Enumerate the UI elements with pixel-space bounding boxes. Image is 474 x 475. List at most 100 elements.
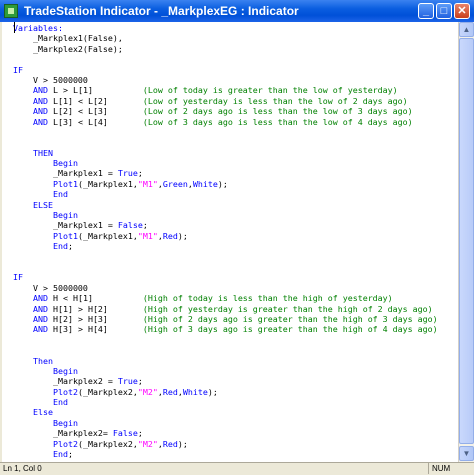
code-line[interactable] — [13, 252, 438, 262]
code-string: "M2" — [137, 438, 158, 449]
title-bar[interactable]: TradeStation Indicator - _MarkplexEG : I… — [0, 0, 474, 22]
code-line[interactable]: AND H[2] > H[3] (High of 2 days ago is g… — [13, 314, 438, 324]
code-line[interactable]: Begin — [13, 366, 438, 376]
code-line[interactable]: Begin — [13, 210, 438, 220]
code-comment: (Low of today is greater than the low of… — [142, 85, 398, 96]
code-line[interactable]: AND H < H[1] (High of today is less than… — [13, 293, 438, 303]
code-line[interactable]: IF — [13, 65, 438, 75]
code-token: _Markplex2= — [13, 428, 113, 439]
code-keyword: End — [52, 241, 68, 252]
code-comment: (High of yesterday is greater than the h… — [142, 303, 433, 314]
code-line[interactable]: Begin — [13, 158, 438, 168]
code-keyword: Plot2 — [52, 386, 78, 397]
code-comment: (Low of 2 days ago is less than the low … — [142, 106, 413, 117]
scroll-down-arrow-icon[interactable]: ▼ — [459, 446, 474, 461]
code-line[interactable]: AND L[1] < L[2] (Low of yesterday is les… — [13, 96, 438, 106]
code-line[interactable]: Plot1(_Markplex1,"M1",Green,White); — [13, 179, 438, 189]
code-token: ; — [67, 449, 73, 460]
code-line[interactable]: Variables: — [13, 23, 438, 33]
code-comment: (High of today is less than the high of … — [142, 293, 393, 304]
code-line[interactable]: Plot2(_Markplex2,"M2",Red); — [13, 439, 438, 449]
code-keyword: AND — [32, 324, 48, 335]
code-line[interactable]: Plot2(_Markplex2,"M2",Red,White); — [13, 387, 438, 397]
code-line[interactable] — [13, 345, 438, 355]
code-line[interactable]: IF — [13, 272, 438, 282]
code-line[interactable]: _Markplex2(False); — [13, 44, 438, 54]
code-line[interactable]: Then — [13, 356, 438, 366]
vertical-scrollbar[interactable]: ▲ ▼ — [458, 22, 474, 462]
code-keyword: AND — [32, 313, 48, 324]
close-button[interactable]: ✕ — [454, 3, 470, 19]
code-line[interactable] — [13, 262, 438, 272]
code-line[interactable]: End; — [13, 241, 438, 251]
code-line[interactable]: AND H[1] > H[2] (High of yesterday is gr… — [13, 304, 438, 314]
code-line[interactable]: AND H[3] > H[4] (High of 3 days ago is g… — [13, 324, 438, 334]
code-line[interactable]: End; — [13, 449, 438, 459]
minimize-button[interactable]: _ — [418, 3, 434, 19]
code-line[interactable]: _Markplex1(False), — [13, 33, 438, 43]
code-line[interactable]: V > 5000000 — [13, 283, 438, 293]
code-token: H < H[1] — [47, 293, 143, 304]
code-keyword: End — [52, 397, 68, 408]
code-keyword: Plot1 — [52, 230, 78, 241]
code-keyword: White — [182, 386, 208, 397]
code-line[interactable] — [13, 137, 438, 147]
code-keyword: AND — [32, 303, 48, 314]
code-line[interactable]: Else — [13, 407, 438, 417]
code-token: V > 5000000 — [13, 74, 88, 85]
code-line[interactable]: _Markplex2= False; — [13, 428, 438, 438]
code-line[interactable]: End — [13, 397, 438, 407]
cursor-position: Ln 1, Col 0 — [3, 464, 42, 473]
code-token: _Markplex2(False); — [13, 43, 123, 54]
code-token: ); — [177, 230, 188, 241]
code-token: V > 5000000 — [13, 282, 88, 293]
code-line[interactable]: End — [13, 189, 438, 199]
maximize-button[interactable]: □ — [436, 3, 452, 19]
tradestation-app-icon[interactable] — [4, 4, 18, 18]
code-editor[interactable]: Variables: _Markplex1(False), _Markplex2… — [2, 22, 458, 462]
code-keyword: ELSE — [32, 199, 53, 210]
code-line[interactable]: _Markplex2 = True; — [13, 376, 438, 386]
code-keyword: Red — [162, 230, 178, 241]
code-keyword: Begin — [52, 365, 78, 376]
code-line[interactable]: Begin — [13, 418, 438, 428]
code-keyword: AND — [32, 293, 48, 304]
scroll-up-arrow-icon[interactable]: ▲ — [459, 22, 474, 37]
code-line[interactable] — [13, 54, 438, 64]
code-token: L[2] < L[3] — [47, 106, 143, 117]
code-line[interactable]: _Markplex1 = True; — [13, 168, 438, 178]
code-keyword: IF — [13, 272, 23, 283]
code-line[interactable]: V > 5000000 — [13, 75, 438, 85]
code-line[interactable]: THEN — [13, 148, 438, 158]
code-line[interactable]: Plot1(_Markplex1,"M1",Red); — [13, 231, 438, 241]
code-text[interactable]: Variables: _Markplex1(False), _Markplex2… — [13, 23, 438, 459]
code-keyword: AND — [32, 116, 48, 127]
code-line[interactable]: ELSE — [13, 200, 438, 210]
code-line[interactable] — [13, 335, 438, 345]
code-keyword: Plot2 — [52, 438, 78, 449]
code-line[interactable] — [13, 127, 438, 137]
code-line[interactable]: AND L[3] < L[4] (Low of 3 days ago is le… — [13, 117, 438, 127]
code-line[interactable]: AND L > L[1] (Low of today is greater th… — [13, 85, 438, 95]
code-line[interactable]: _Markplex1 = False; — [13, 220, 438, 230]
scroll-thumb[interactable] — [459, 38, 474, 444]
code-line[interactable]: AND L[2] < L[3] (Low of 2 days ago is le… — [13, 106, 438, 116]
code-keyword: Else — [32, 407, 53, 418]
code-comment: (Low of 3 days ago is less than the low … — [142, 116, 413, 127]
status-bar: Ln 1, Col 0 NUM — [0, 462, 474, 475]
code-token: L[3] < L[4] — [47, 116, 143, 127]
